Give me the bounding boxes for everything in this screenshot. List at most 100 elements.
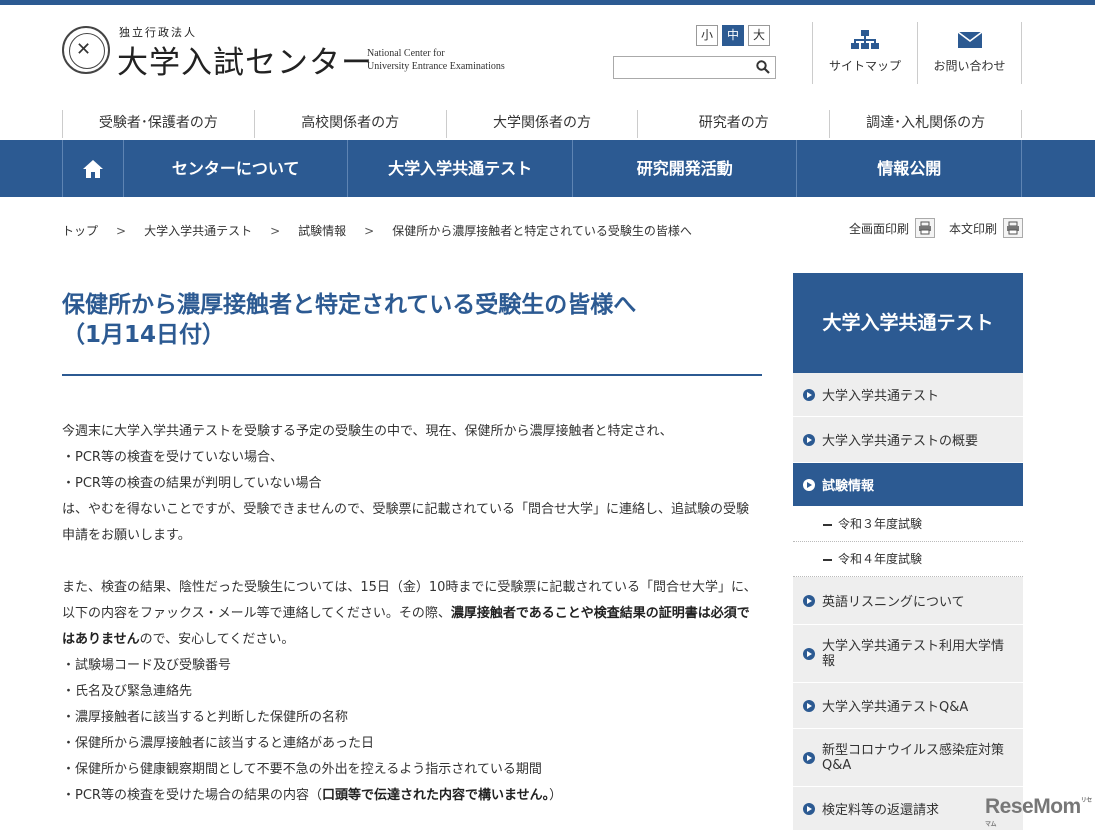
font-size-small-button[interactable]: 小 xyxy=(696,25,718,46)
paragraph: はありませんので、安心してください。 xyxy=(62,627,762,653)
print-body-button[interactable]: 本文印刷 xyxy=(949,218,1024,238)
paragraph: 申請をお願いします。 xyxy=(62,528,191,543)
page-title-line1: 保健所から濃厚接触者と特定されている受験生の皆様へ xyxy=(62,292,637,318)
audience-nav-examinees[interactable]: 受験者･保護者の方 xyxy=(63,110,255,138)
watermark-text: ReseMom xyxy=(985,795,1081,818)
printer-icon xyxy=(1003,218,1024,238)
breadcrumb-separator: > xyxy=(270,224,281,238)
sidebar-subitem-label: 令和３年度試験 xyxy=(838,517,923,531)
print-full-label: 全画面印刷 xyxy=(849,221,910,236)
nav-home[interactable] xyxy=(63,140,124,197)
sidebar-item-universities[interactable]: 大学入学共通テスト利用大学情報 xyxy=(793,625,1023,683)
nav-common-test[interactable]: 大学入学共通テスト xyxy=(348,140,573,197)
arrow-circle-icon xyxy=(803,802,815,815)
contact-link[interactable]: お問い合わせ xyxy=(917,22,1022,84)
sidebar-item-label: 大学入学共通テストQ&A xyxy=(822,700,969,715)
audience-nav-researchers[interactable]: 研究者の方 xyxy=(638,110,831,138)
audience-nav: 受験者･保護者の方 高校関係者の方 大学関係者の方 研究者の方 調達･入札関係の… xyxy=(62,110,1022,138)
sidebar-item-covid-qa[interactable]: 新型コロナウイルス感染症対策Q&A xyxy=(793,729,1023,787)
top-accent-bar xyxy=(0,0,1095,5)
list-item: ・PCR等の検査を受けていない場合、 xyxy=(62,450,283,465)
resemom-watermark: ReseMomリセマム xyxy=(985,795,1095,831)
mail-icon xyxy=(957,31,982,48)
arrow-circle-icon xyxy=(803,388,815,401)
font-size-switcher: 小 中 大 xyxy=(696,25,770,46)
list-item: ・PCR等の検査の結果が判明していない場合 xyxy=(62,476,322,491)
arrow-circle-icon xyxy=(803,433,815,446)
breadcrumb-exam-info[interactable]: 試験情報 xyxy=(298,222,346,239)
sidebar-item-listening[interactable]: 英語リスニングについて xyxy=(793,577,1023,625)
paragraph: は、やむを得ないことですが、受験できませんので、受験票に記載されている「問合せ大… xyxy=(62,502,750,517)
font-size-large-button[interactable]: 大 xyxy=(748,25,770,46)
list-item: ・濃厚接触者に該当すると判断した保健所の名称 xyxy=(62,710,349,725)
list-item: ・試験場コード及び受験番号 xyxy=(62,658,232,673)
sidebar-item-label: 大学入学共通テスト利用大学情報 xyxy=(822,638,1005,669)
text: ので、安心してください。 xyxy=(139,632,295,647)
nav-research[interactable]: 研究開発活動 xyxy=(573,140,798,197)
contact-label: お問い合わせ xyxy=(933,59,1006,73)
text: ・PCR等の検査を受けた場合の結果の内容（ xyxy=(62,788,322,803)
arrow-circle-icon xyxy=(803,594,815,607)
logo-org-name: 大学入試センター xyxy=(117,45,373,81)
print-body-label: 本文印刷 xyxy=(949,221,998,236)
search-icon[interactable] xyxy=(756,60,770,74)
breadcrumb-top[interactable]: トップ xyxy=(62,222,98,239)
text: 以下の内容をファックス・メール等で連絡してください。その際、 xyxy=(62,606,451,621)
breadcrumb-separator: > xyxy=(116,224,127,238)
sidebar-item-label: 試験情報 xyxy=(822,479,875,494)
breadcrumb-separator: > xyxy=(364,224,375,238)
logo-org-name-en: National Center for University Entrance … xyxy=(367,47,505,73)
arrow-circle-icon xyxy=(803,478,815,491)
emphasis-text: はありません xyxy=(62,632,140,647)
search-input[interactable] xyxy=(613,56,776,79)
sidebar-item-label: 大学入学共通テストの概要 xyxy=(822,434,979,449)
logo-seal-icon: ✕ xyxy=(62,26,110,74)
logo-en-line2: University Entrance Examinations xyxy=(367,61,505,72)
sidebar-item-overview[interactable]: 大学入学共通テストの概要 xyxy=(793,417,1023,463)
logo-en-line1: National Center for xyxy=(367,48,445,59)
sidebar-item-qa[interactable]: 大学入学共通テストQ&A xyxy=(793,683,1023,729)
sidebar-subitem-r3[interactable]: 令和３年度試験 xyxy=(793,507,1023,542)
sidebar-title: 大学入学共通テスト xyxy=(793,273,1023,373)
sitemap-label: サイトマップ xyxy=(828,59,901,73)
sidebar-item-common-test[interactable]: 大学入学共通テスト xyxy=(793,373,1023,417)
sitemap-icon xyxy=(851,30,879,49)
article-body: 今週末に大学入学共通テストを受験する予定の受験生の中で、現在、保健所から濃厚接触… xyxy=(62,419,762,809)
arrow-circle-icon xyxy=(803,699,815,712)
list-item: ・PCR等の検査を受けた場合の結果の内容（口頭等で伝達された内容で構いません。） xyxy=(62,783,762,809)
arrow-circle-icon xyxy=(803,647,815,660)
audience-nav-university[interactable]: 大学関係者の方 xyxy=(447,110,639,138)
font-size-medium-button[interactable]: 中 xyxy=(722,25,744,46)
sidebar-item-label: 新型コロナウイルス感染症対策Q&A xyxy=(822,742,1005,773)
title-divider xyxy=(62,374,762,376)
breadcrumb: トップ > 大学入学共通テスト > 試験情報 > 保健所から濃厚接触者と特定されている受験生… xyxy=(62,222,692,239)
main-nav: センターについて 大学入学共通テスト 研究開発活動 情報公開 xyxy=(0,140,1095,197)
text: ） xyxy=(549,788,563,803)
sidebar-subitem-label: 令和４年度試験 xyxy=(838,552,923,566)
list-item: ・保健所から濃厚接触者に該当すると連絡があった日 xyxy=(62,736,375,751)
paragraph: 今週末に大学入学共通テストを受験する予定の受験生の中で、現在、保健所から濃厚接触… xyxy=(62,424,673,439)
sidebar-subitem-r4[interactable]: 令和４年度試験 xyxy=(793,542,1023,577)
sidebar-item-label: 英語リスニングについて xyxy=(822,595,965,610)
printer-icon xyxy=(915,218,936,238)
arrow-circle-icon xyxy=(803,751,815,764)
home-icon xyxy=(82,159,103,178)
sitemap-link[interactable]: サイトマップ xyxy=(812,22,917,84)
nav-about-center[interactable]: センターについて xyxy=(124,140,349,197)
breadcrumb-current: 保健所から濃厚接触者と特定されている受験生の皆様へ xyxy=(392,224,692,238)
nav-disclosure[interactable]: 情報公開 xyxy=(797,140,1022,197)
breadcrumb-common-test[interactable]: 大学入学共通テスト xyxy=(144,222,252,239)
audience-nav-procurement[interactable]: 調達･入札関係の方 xyxy=(830,110,1022,138)
header-utility-links: サイトマップ お問い合わせ xyxy=(812,22,1022,84)
list-item: ・氏名及び緊急連絡先 xyxy=(62,684,193,699)
site-logo[interactable]: ✕ 独立行政法人 大学入試センター National Center for Un… xyxy=(62,24,532,81)
sidebar-item-label: 検定料等の返還請求 xyxy=(822,803,940,818)
list-item: ・保健所から健康観察期間として不要不急の外出を控えるよう指示されている期間 xyxy=(62,762,542,777)
emphasis-text: 口頭等で伝達された内容で構いません。 xyxy=(321,788,550,803)
audience-nav-highschool[interactable]: 高校関係者の方 xyxy=(255,110,447,138)
sidebar-item-exam-info[interactable]: 試験情報 xyxy=(793,463,1023,507)
sidebar: 大学入学共通テスト 大学入学共通テスト 大学入学共通テストの概要 試験情報 令和… xyxy=(793,273,1023,831)
page-title: 保健所から濃厚接触者と特定されている受験生の皆様へ （1月14日付） xyxy=(62,290,762,350)
print-full-button[interactable]: 全画面印刷 xyxy=(849,218,936,238)
sidebar-item-label: 大学入学共通テスト xyxy=(822,389,940,404)
